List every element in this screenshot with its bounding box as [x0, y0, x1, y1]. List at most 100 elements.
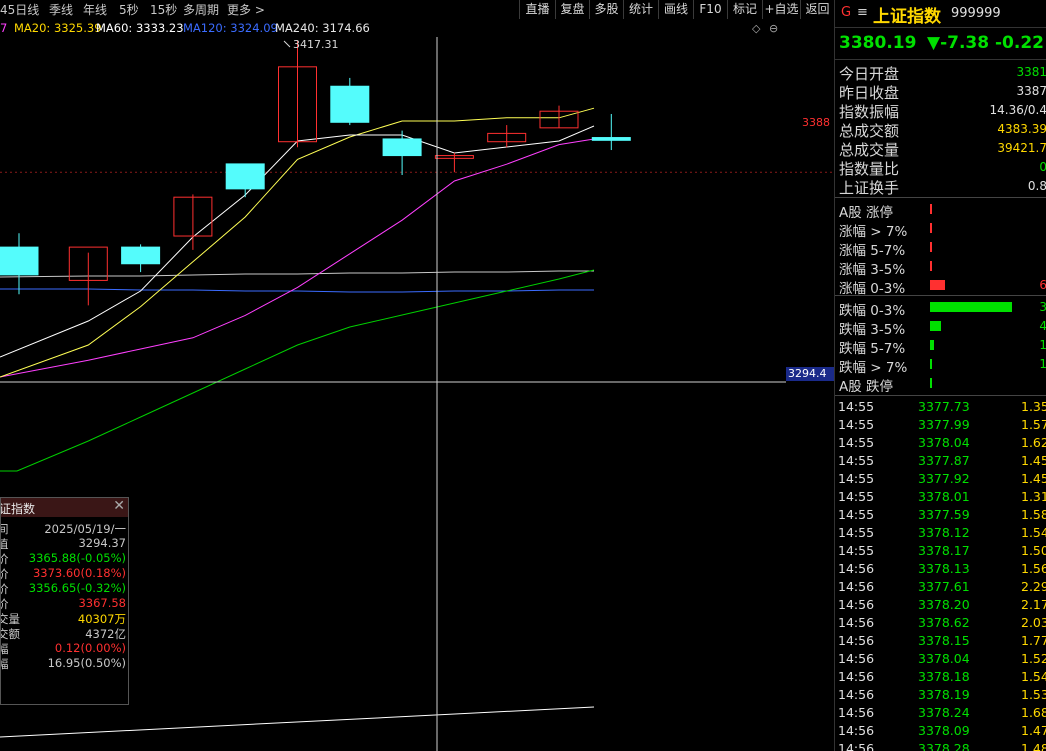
tick-volume: 1.31 — [1021, 489, 1046, 504]
tick-price: 3378.15 — [918, 633, 970, 648]
price-change: ▼-7.38 — [927, 33, 990, 53]
distribution-label: 涨幅 5-7% — [839, 243, 906, 259]
distribution-bar — [930, 340, 935, 350]
tick-row: 14:55 3377.99 1.57 — [835, 416, 1046, 434]
g-badge-icon[interactable]: G — [841, 5, 851, 20]
distribution-row: 跌幅 0-3% 3 — [835, 298, 1046, 319]
distribution-label: 跌幅 3-5% — [839, 322, 906, 338]
tick-row: 14:56 3377.61 2.29 — [835, 578, 1046, 596]
long-ma-line — [0, 706, 595, 738]
stats-button[interactable]: 统计 — [623, 0, 658, 19]
stat-value: 4383.39 — [997, 122, 1046, 136]
distribution-row: 跌幅 3-5% 4 — [835, 317, 1046, 338]
multi-stock-button[interactable]: 多股 — [589, 0, 623, 19]
replay-button[interactable]: 复盘 — [555, 0, 589, 19]
high-pointer-line — [283, 40, 291, 48]
period-45day[interactable]: 45日线 — [0, 1, 39, 18]
distribution-count: 1 — [995, 338, 1046, 352]
popup-row-label: 值 — [1, 536, 9, 552]
tick-row: 14:56 3378.13 1.56 — [835, 560, 1046, 578]
distribution-label: 跌幅 5-7% — [839, 341, 906, 357]
live-button[interactable]: 直播 — [519, 0, 555, 19]
add-watchlist-button[interactable]: +自选 — [762, 0, 800, 19]
tick-row: 14:55 3378.12 1.54 — [835, 524, 1046, 542]
tick-price: 3378.13 — [918, 561, 970, 576]
tick-price: 3378.28 — [918, 741, 970, 751]
popup-row-value: 3365.88(-0.05%) — [28, 551, 126, 565]
f10-button[interactable]: F10 — [693, 0, 727, 19]
distribution-bar — [930, 242, 932, 252]
tick-row: 14:56 3378.09 1.47 — [835, 722, 1046, 740]
quote-panel: G ≡ 上证指数 999999 3380.19 ▼-7.38 -0.22 今日开… — [834, 0, 1046, 751]
tick-time: 14:56 — [838, 633, 875, 648]
distribution-count: 3 — [995, 300, 1046, 314]
distribution-row: A股 跌停 — [835, 374, 1046, 395]
tick-time: 14:56 — [838, 741, 875, 751]
popup-row-value: 3356.65(-0.32%) — [28, 581, 126, 595]
tick-volume: 1.62 — [1021, 435, 1046, 450]
stat-row: 总成交量 39421.7 — [835, 138, 1046, 159]
tick-volume: 1.57 — [1021, 417, 1046, 432]
stat-value: 3387 — [1016, 84, 1046, 98]
chart-options-circle-icon[interactable]: ⊖ — [769, 22, 778, 35]
tick-price: 3378.17 — [918, 543, 970, 558]
period-5sec[interactable]: 5秒 — [119, 1, 139, 18]
high-price-label: 3417.31 — [293, 38, 339, 51]
tick-volume: 1.48 — [1021, 741, 1046, 751]
tick-volume: 1.45 — [1021, 453, 1046, 468]
tick-row: 14:56 3378.20 2.17 — [835, 596, 1046, 614]
period-15sec[interactable]: 15秒 — [150, 1, 177, 18]
candle-body — [225, 163, 265, 190]
close-icon[interactable]: ✕ — [113, 498, 125, 514]
tick-time: 14:55 — [838, 417, 875, 432]
draw-line-button[interactable]: 画线 — [658, 0, 693, 19]
distribution-bar — [930, 280, 945, 290]
section-divider — [835, 197, 1046, 198]
tick-time: 14:56 — [838, 615, 875, 630]
distribution-bar — [930, 261, 932, 271]
stat-value: 14.36/0.4 — [989, 103, 1046, 117]
ma-line-ma10 — [0, 107, 595, 378]
stat-row: 昨日收盘 3387 — [835, 81, 1046, 102]
tick-row: 14:56 3378.04 1.52 — [835, 650, 1046, 668]
popup-row: 交量 40307万 — [1, 611, 128, 626]
distribution-count: 1 — [995, 357, 1046, 371]
distribution-row: 涨幅 > 7% — [835, 219, 1046, 240]
candle-body — [0, 246, 39, 276]
tick-time: 14:56 — [838, 561, 875, 576]
back-button[interactable]: 返回 — [800, 0, 834, 19]
distribution-label: 涨幅 > 7% — [839, 224, 908, 240]
menu-icon[interactable]: ≡ — [857, 5, 868, 20]
popup-row-value: 3294.37 — [78, 536, 126, 550]
tick-price: 3377.87 — [918, 453, 970, 468]
stat-value: 0 — [975, 160, 1046, 174]
ma-line-ma20 — [0, 138, 595, 378]
tick-time: 14:56 — [838, 579, 875, 594]
popup-row-value: 4372亿 — [85, 627, 126, 641]
mark-button[interactable]: 标记 — [727, 0, 762, 19]
tick-volume: 1.35 — [1021, 399, 1046, 414]
popup-row-label: 交额 — [1, 627, 20, 641]
chart-settings-diamond-icon[interactable]: ◇ — [752, 22, 760, 35]
tick-time: 14:55 — [838, 435, 875, 450]
distribution-bar — [930, 321, 942, 331]
tick-price: 3378.20 — [918, 597, 970, 612]
tick-price: 3378.18 — [918, 669, 970, 684]
more-periods-button[interactable]: 更多 > — [227, 1, 265, 18]
tick-volume: 2.29 — [1021, 579, 1046, 594]
popup-row-value: 40307万 — [77, 612, 126, 626]
tick-volume: 1.77 — [1021, 633, 1046, 648]
tick-time: 14:55 — [838, 399, 875, 414]
crosshair-price-label: 3294.4 — [786, 367, 834, 381]
candle-body — [382, 138, 422, 157]
period-quarter[interactable]: 季线 — [49, 1, 73, 18]
multi-period-button[interactable]: 多周期 — [183, 1, 219, 18]
popup-title-bar[interactable]: 证指数 ✕ — [1, 498, 128, 517]
distribution-label: A股 涨停 — [839, 205, 894, 221]
candle-info-popup[interactable]: 证指数 ✕ 间 2025/05/19/一值 3294.37 价 3365.88(-0.0… — [0, 497, 129, 705]
tick-row: 14:55 3378.01 1.31 — [835, 488, 1046, 506]
period-year[interactable]: 年线 — [83, 1, 107, 18]
popup-row: 价 3365.88(-0.05%) — [1, 551, 128, 566]
tick-row: 14:55 3378.04 1.62 — [835, 434, 1046, 452]
popup-row-value: 0.12(0.00%) — [54, 641, 126, 655]
